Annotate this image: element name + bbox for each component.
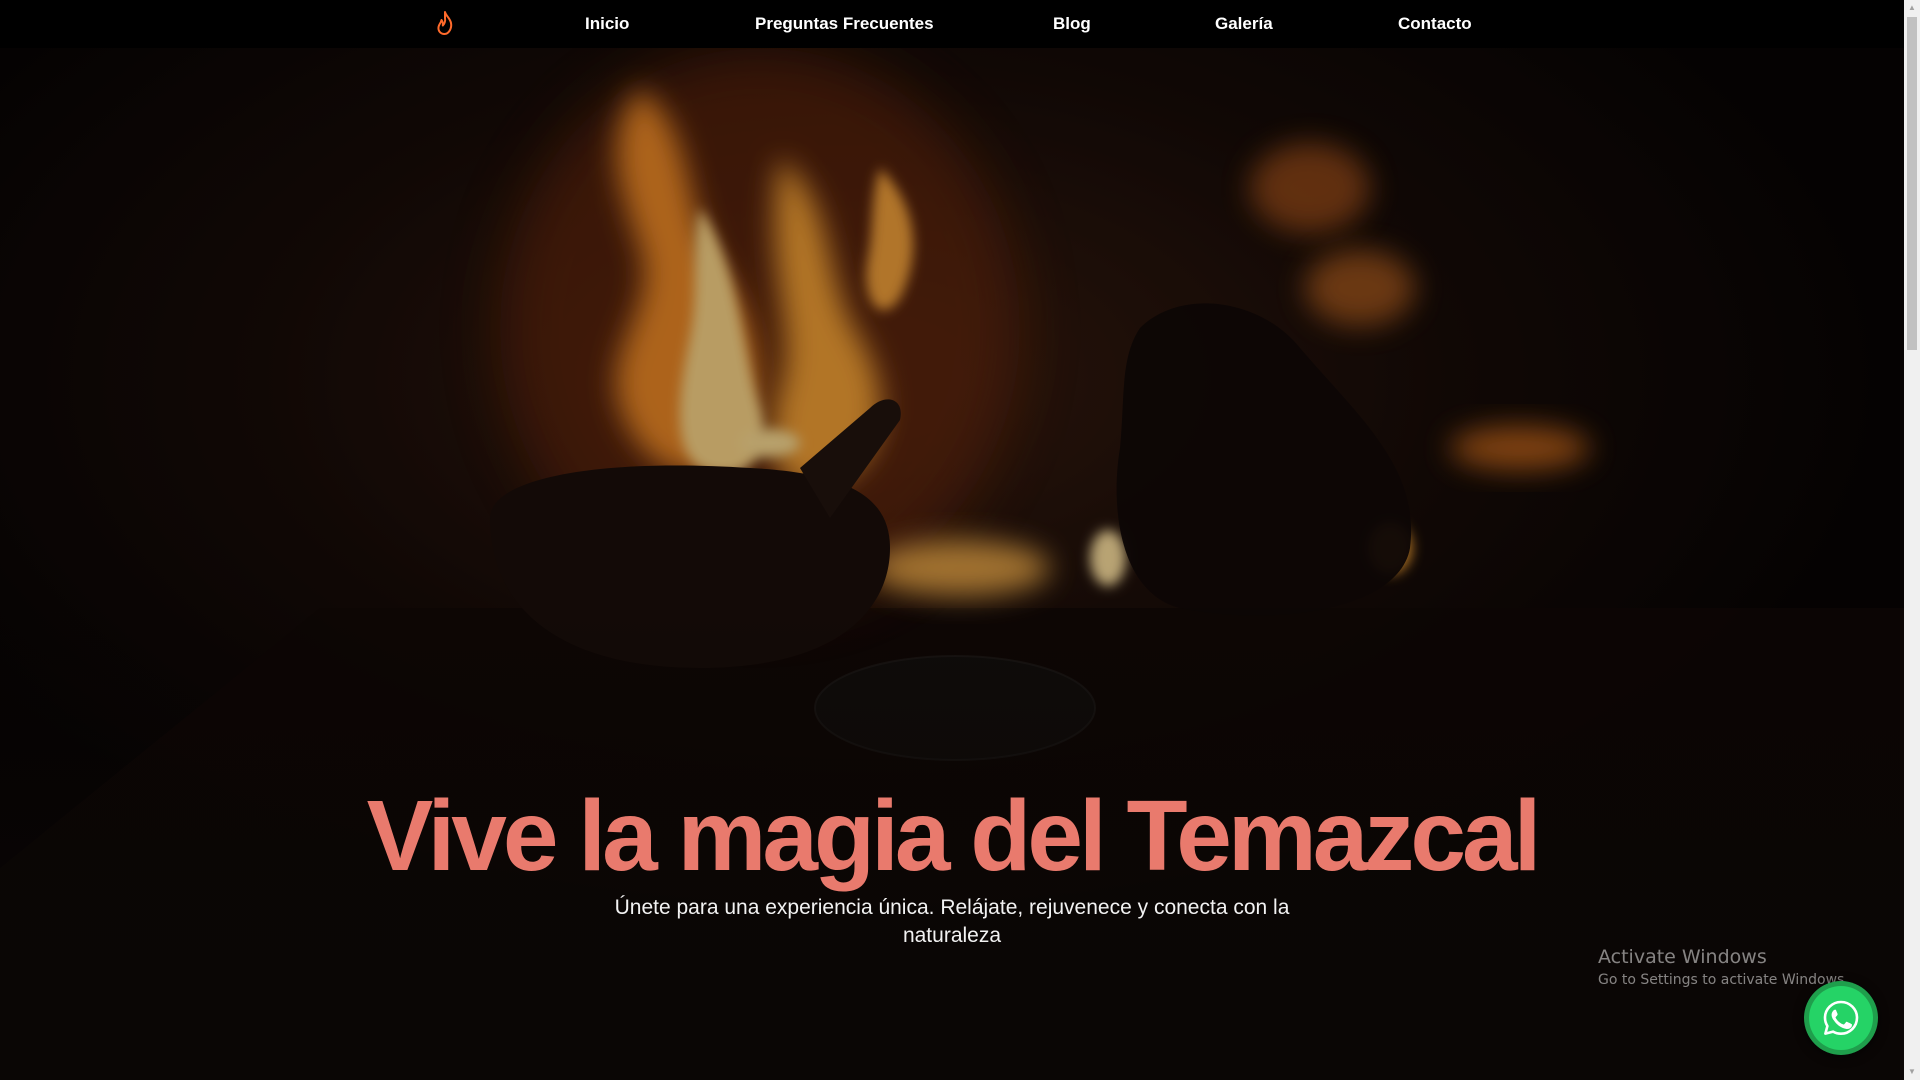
scrollbar-thumb[interactable] bbox=[1907, 17, 1917, 350]
whatsapp-icon bbox=[1823, 1000, 1859, 1035]
scroll-down-arrow-icon[interactable]: ▼ bbox=[1904, 1064, 1920, 1080]
nav-link-contacto[interactable]: Contacto bbox=[1398, 0, 1472, 48]
flame-icon[interactable] bbox=[432, 10, 458, 38]
navbar: Inicio Preguntas Frecuentes Blog Galería… bbox=[0, 0, 1904, 48]
nav-link-galeria[interactable]: Galería bbox=[1215, 0, 1273, 48]
hero-title: Vive la magia del Temazcal bbox=[366, 780, 1542, 892]
nav-link-blog[interactable]: Blog bbox=[1053, 0, 1091, 48]
scroll-up-arrow-icon[interactable]: ▲ bbox=[1904, 0, 1920, 16]
whatsapp-button[interactable] bbox=[1804, 981, 1878, 1055]
whatsapp-button-inner bbox=[1809, 986, 1873, 1050]
nav-link-preguntas-frecuentes[interactable]: Preguntas Frecuentes bbox=[755, 0, 934, 48]
nav-link-inicio[interactable]: Inicio bbox=[585, 0, 629, 48]
page: Inicio Preguntas Frecuentes Blog Galería… bbox=[0, 0, 1920, 1080]
hero-subtitle: Únete para una experiencia única. Relája… bbox=[614, 896, 1290, 947]
vertical-scrollbar[interactable]: ▲ ▼ bbox=[1904, 0, 1920, 1080]
hero-section: Vive la magia del Temazcal Únete para un… bbox=[0, 48, 1904, 1080]
